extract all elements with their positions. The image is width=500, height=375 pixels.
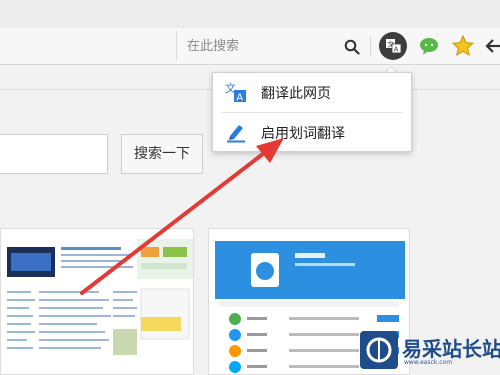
watermark-logo bbox=[360, 331, 398, 369]
watermark-text: 易采站长站 bbox=[402, 337, 500, 361]
watermark: 易采站长站 www.easck.com bbox=[360, 327, 500, 373]
annotation-arrow bbox=[80, 138, 284, 295]
watermark-subtext: www.easck.com bbox=[404, 359, 453, 366]
